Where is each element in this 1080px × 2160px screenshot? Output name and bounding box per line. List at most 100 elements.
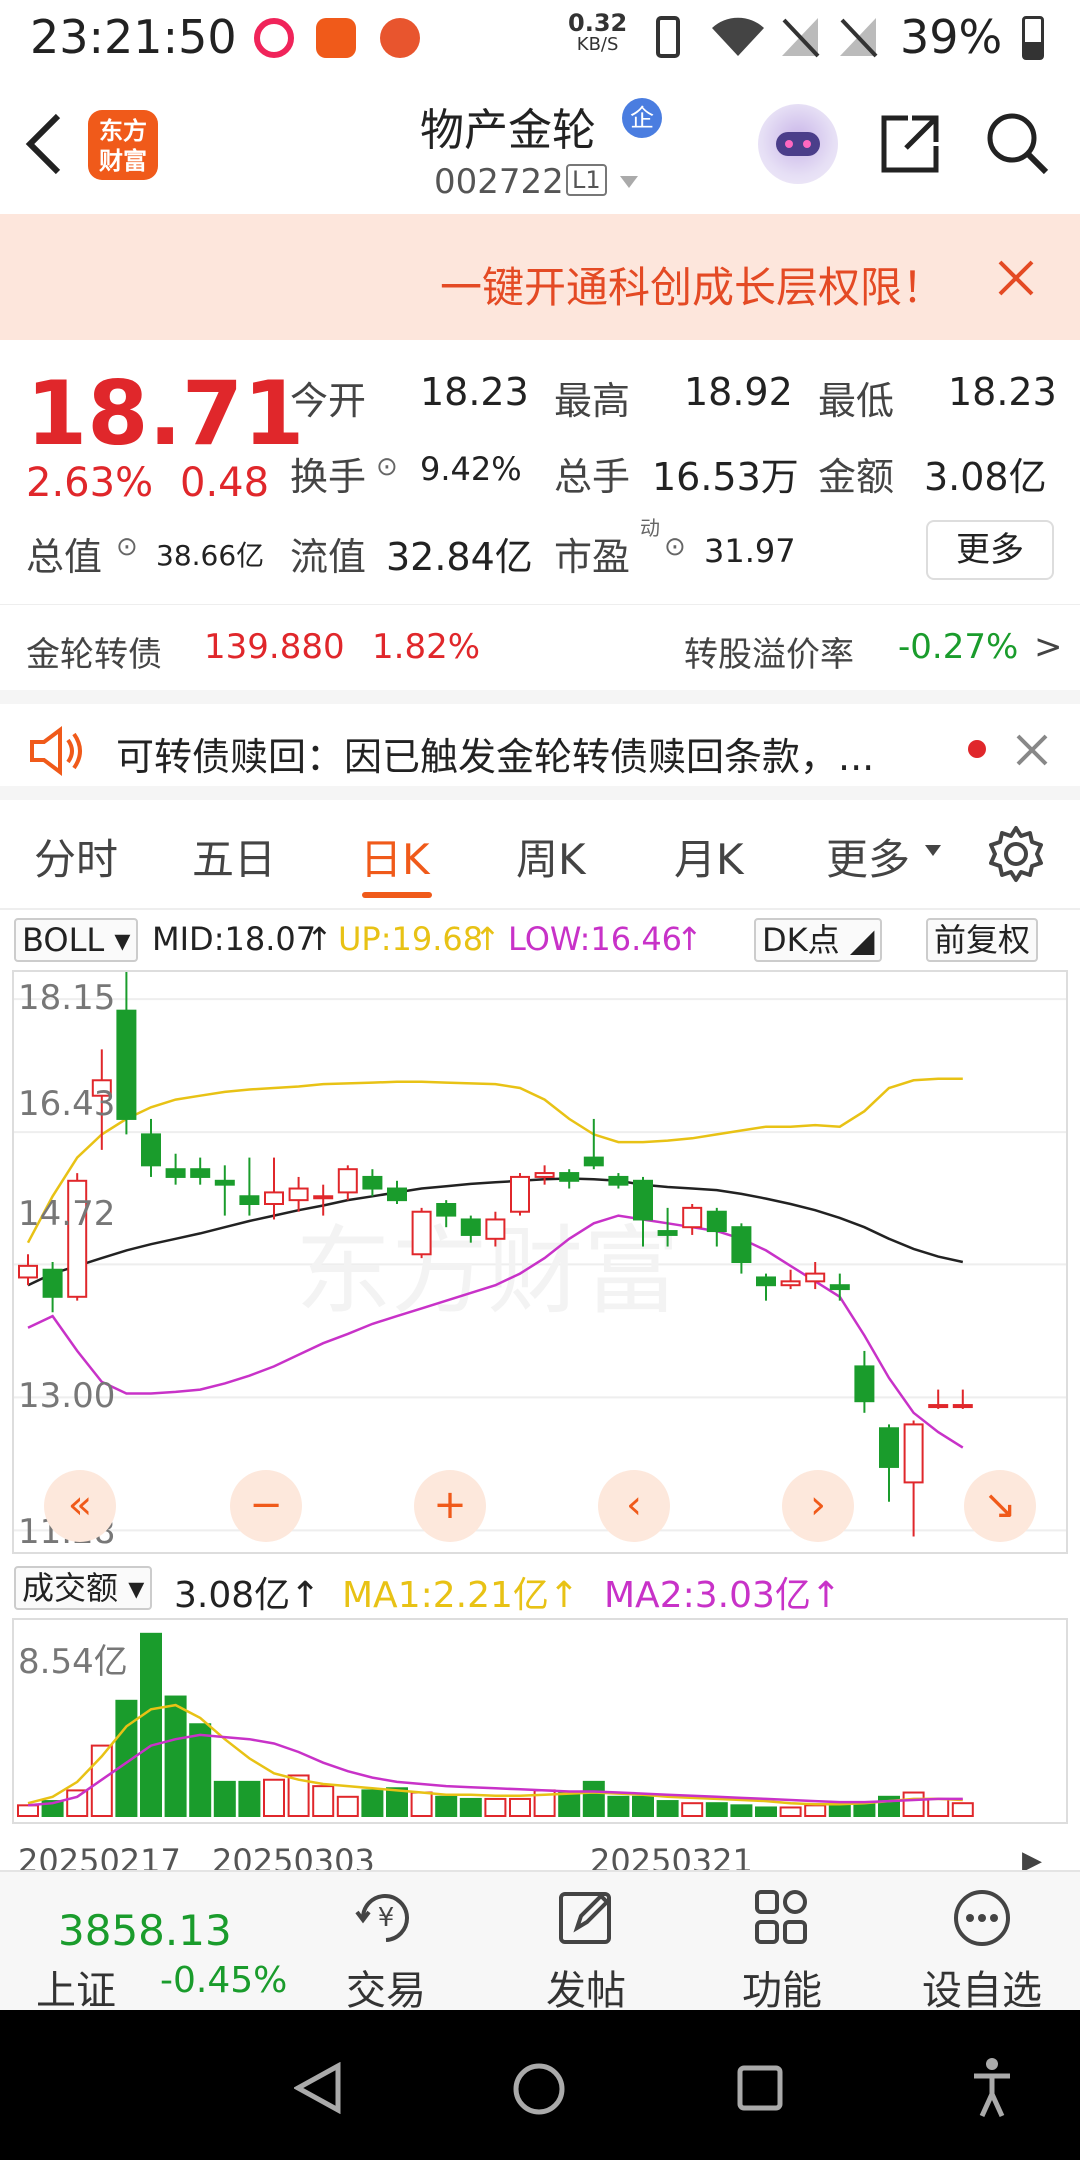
candle-body [165, 1168, 186, 1178]
candle-body [559, 1172, 580, 1182]
more-dots-icon [954, 1890, 1010, 1946]
info-icon[interactable]: ⊙ [376, 452, 398, 482]
amount-label: 金额 [818, 455, 895, 499]
promo-banner[interactable]: 一键开通科创成长层权限！ [0, 214, 1080, 340]
ai-assistant-avatar[interactable] [758, 104, 838, 184]
boll-mid-value: MID:18.07 [152, 920, 317, 958]
volume-bar [582, 1780, 605, 1818]
level-badge[interactable]: L1 [566, 164, 607, 196]
boll-up-value: UP:19.68 [338, 920, 484, 958]
volume-bar [730, 1804, 753, 1817]
system-nav-bar [0, 2010, 1080, 2160]
functions-button[interactable]: 功能 [722, 1886, 842, 2016]
notice-text: 可转债赎回：因已触发金轮转债赎回条款，... [116, 735, 875, 779]
index-ticker[interactable]: 3858.13 上证 -0.45% [20, 1880, 300, 2014]
wifi-icon [712, 17, 764, 56]
post-label: 发帖 [546, 1968, 626, 2014]
battery-icon [1022, 16, 1044, 60]
tab-more[interactable]: 更多 [826, 826, 910, 887]
volume-bar [656, 1800, 679, 1817]
pe-label: 市盈 [554, 535, 631, 579]
last-price: 18.71 [26, 362, 305, 465]
nav-recents-icon[interactable] [736, 2064, 784, 2112]
accessibility-icon[interactable] [970, 2056, 1014, 2118]
volume-bar [951, 1802, 974, 1817]
scroll-left-button[interactable]: ‹ [598, 1470, 670, 1542]
volume-indicator-row: 成交额 ▾ 3.08亿↑ MA1:2.21亿↑ MA2:3.03亿↑ [0, 1560, 1080, 1616]
chevron-down-icon[interactable] [618, 174, 640, 190]
open-label: 今开 [290, 379, 367, 423]
functions-label: 功能 [742, 1968, 822, 2014]
trade-icon: ¥ [355, 1894, 409, 1942]
candle-body [952, 1404, 973, 1409]
zoom-in-button[interactable]: + [414, 1470, 486, 1542]
share-icon[interactable] [878, 112, 942, 176]
candle-body [337, 1168, 358, 1194]
volume-bar [189, 1723, 212, 1817]
info-icon[interactable]: ⊙ [116, 532, 138, 562]
chevron-right-icon[interactable]: > [1034, 627, 1063, 667]
grid-icon [755, 1890, 807, 1944]
candle-body [190, 1168, 211, 1178]
candle-body [682, 1206, 703, 1229]
scroll-left-fast-button[interactable]: « [44, 1470, 116, 1542]
zoom-out-button[interactable]: − [230, 1470, 302, 1542]
turnover-label: 换手 [290, 455, 367, 499]
gear-icon[interactable] [986, 824, 1046, 884]
volume-indicator-select[interactable]: 成交额 ▾ [14, 1566, 153, 1610]
volume-bar [558, 1791, 581, 1818]
tab-daily-k[interactable]: 日K [360, 826, 430, 887]
tab-intraday[interactable]: 分时 [34, 826, 118, 887]
add-watchlist-button[interactable]: 设自选 [922, 1886, 1042, 2016]
candle-body [411, 1210, 432, 1256]
search-icon[interactable] [984, 110, 1052, 178]
back-icon[interactable] [22, 112, 66, 176]
index-name: 上证 [36, 1968, 116, 2014]
chevron-down-icon[interactable] [924, 844, 942, 858]
dk-point-button[interactable]: DK点 ◢ [754, 918, 883, 962]
trade-label: 交易 [346, 1968, 426, 2014]
candle-body [116, 1009, 137, 1120]
boll-mid-arrow: ↑ [306, 920, 333, 958]
info-icon[interactable]: ⊙ [664, 532, 686, 562]
volume-chart[interactable]: 8.54亿 [12, 1618, 1068, 1824]
volume-svg [17, 1632, 974, 1818]
candle-body [288, 1187, 309, 1202]
tab-monthly-k[interactable]: 月K [674, 826, 744, 887]
tab-weekly-k[interactable]: 周K [516, 826, 586, 887]
add-watchlist-label: 设自选 [922, 1968, 1042, 2014]
volume-bar [705, 1802, 728, 1817]
adjust-button[interactable]: 前复权 [926, 918, 1039, 962]
boll-up-arrow: ↑ [474, 920, 501, 958]
kline-svg: 东方财富 [14, 972, 1066, 1537]
tab-five-day[interactable]: 五日 [192, 826, 276, 887]
logo-line1: 东方 [99, 117, 147, 145]
app-logo[interactable]: 东方 财富 [88, 110, 158, 180]
notice-bar[interactable]: 可转债赎回：因已触发金轮转债赎回条款，... [0, 690, 1080, 800]
volume-bar [336, 1795, 359, 1818]
candle-body [879, 1427, 899, 1468]
signal-off-icon-2 [840, 18, 878, 58]
trade-button[interactable]: ¥ 交易 [326, 1886, 446, 2016]
more-button[interactable]: 更多 [926, 520, 1054, 580]
candle-body [313, 1195, 334, 1200]
close-icon[interactable] [998, 260, 1034, 296]
net-speed: 0.32 KB/S [568, 11, 627, 56]
nav-home-icon[interactable] [512, 2062, 566, 2116]
premium-value: -0.27% [898, 627, 1019, 667]
candle-body [436, 1203, 457, 1217]
nav-back-icon[interactable] [294, 2062, 342, 2114]
convertible-bond-row[interactable]: 金轮转债 139.880 1.82% 转股溢价率 -0.27% > [0, 604, 1080, 690]
kline-chart[interactable]: 东方财富 18.15 16.43 14.72 13.00 11.28 « − +… [12, 970, 1068, 1554]
indicator-select[interactable]: BOLL ▾ [14, 918, 139, 962]
amount-value: 3.08亿 [924, 455, 1047, 499]
scroll-right-button[interactable]: › [782, 1470, 854, 1542]
collapse-button[interactable]: ↘ [964, 1470, 1036, 1542]
close-icon[interactable] [1016, 734, 1048, 766]
status-time: 23:21:50 [30, 10, 237, 64]
news-app-icon [316, 18, 356, 58]
y-tick-label: 14.72 [18, 1194, 116, 1234]
volume-bar [312, 1785, 335, 1817]
post-button[interactable]: 发帖 [526, 1886, 646, 2016]
volume-bar [607, 1795, 630, 1818]
